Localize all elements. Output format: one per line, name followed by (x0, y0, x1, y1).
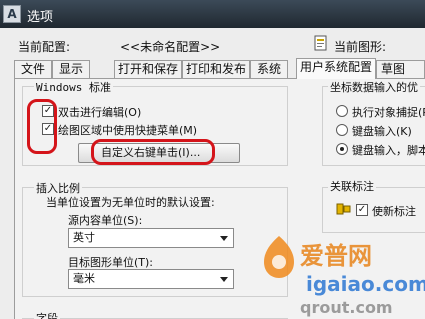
tab-display[interactable]: 显示 (52, 60, 90, 78)
new-dimension-associative-label: 使新标注 (372, 205, 416, 218)
current-profile-label: 当前配置: (18, 40, 71, 54)
annotation-checkbox-highlight (27, 99, 57, 154)
app-icon: A (3, 5, 21, 23)
target-units-value: 毫米 (73, 272, 95, 285)
coordinate-priority-title: 坐标数据输入的优 (328, 79, 420, 95)
new-dimension-associative-checkbox[interactable]: ✓ (356, 204, 368, 216)
target-units-select[interactable]: 毫米 (68, 269, 234, 289)
radio-keyboard-entry[interactable] (336, 124, 348, 136)
current-drawing-label: 当前图形: (334, 40, 387, 54)
double-click-edit-label: 双击进行编辑(O) (58, 106, 142, 119)
annotation-button-highlight (91, 139, 215, 165)
radio-object-snap-label: 执行对象捕捉(R (352, 106, 425, 119)
fields-group-title: 字段 (34, 310, 60, 319)
watermark-logo-icon (264, 236, 294, 278)
site-watermark: 爱普网 igaiao.com qrout.com (260, 232, 425, 319)
source-units-label: 源内容单位(S): (68, 214, 143, 227)
tab-plot-publish[interactable]: 打印和发布 (182, 60, 250, 78)
radio-keyboard-except-scripts[interactable] (336, 143, 348, 155)
watermark-brand: 爱普网 (300, 242, 372, 270)
source-units-select[interactable]: 英寸 (68, 228, 234, 248)
source-units-value: 英寸 (73, 231, 95, 244)
dimension-icon (336, 203, 351, 215)
window-title: 选项 (27, 10, 54, 25)
radio-keyboard-entry-label: 键盘输入(K) (352, 125, 412, 138)
drawing-file-icon (314, 35, 327, 51)
chevron-down-icon (220, 236, 228, 241)
radio-keyboard-except-scripts-label: 键盘输入，脚本 (352, 144, 425, 157)
tab-open-save[interactable]: 打开和保存 (114, 60, 182, 78)
tab-system[interactable]: 系统 (250, 60, 288, 78)
tab-strip: 文件 显示 打开和保存 打印和发布 系统 用户系统配置 草图 (14, 58, 425, 79)
target-units-label: 目标图形单位(T): (68, 256, 154, 269)
tab-files[interactable]: 文件 (14, 60, 52, 78)
associative-dimension-title: 关联标注 (328, 178, 376, 194)
chevron-down-icon (220, 277, 228, 282)
insertion-scale-description: 当单位设置为无单位时的默认设置: (46, 196, 215, 209)
tab-drafting[interactable]: 草图 (376, 60, 425, 78)
radio-object-snap[interactable] (336, 105, 348, 117)
watermark-bottom: qrout.com (300, 298, 393, 317)
tab-user-preferences[interactable]: 用户系统配置 (296, 58, 376, 79)
watermark-url: igaiao.com (306, 272, 425, 296)
shortcut-menus-label: 绘图区域中使用快捷菜单(M) (58, 124, 198, 137)
windows-standard-title: Windows 标准 (34, 79, 113, 95)
current-profile-value: <<未命名配置>> (120, 40, 221, 54)
title-bar: A 选项 (0, 0, 425, 28)
